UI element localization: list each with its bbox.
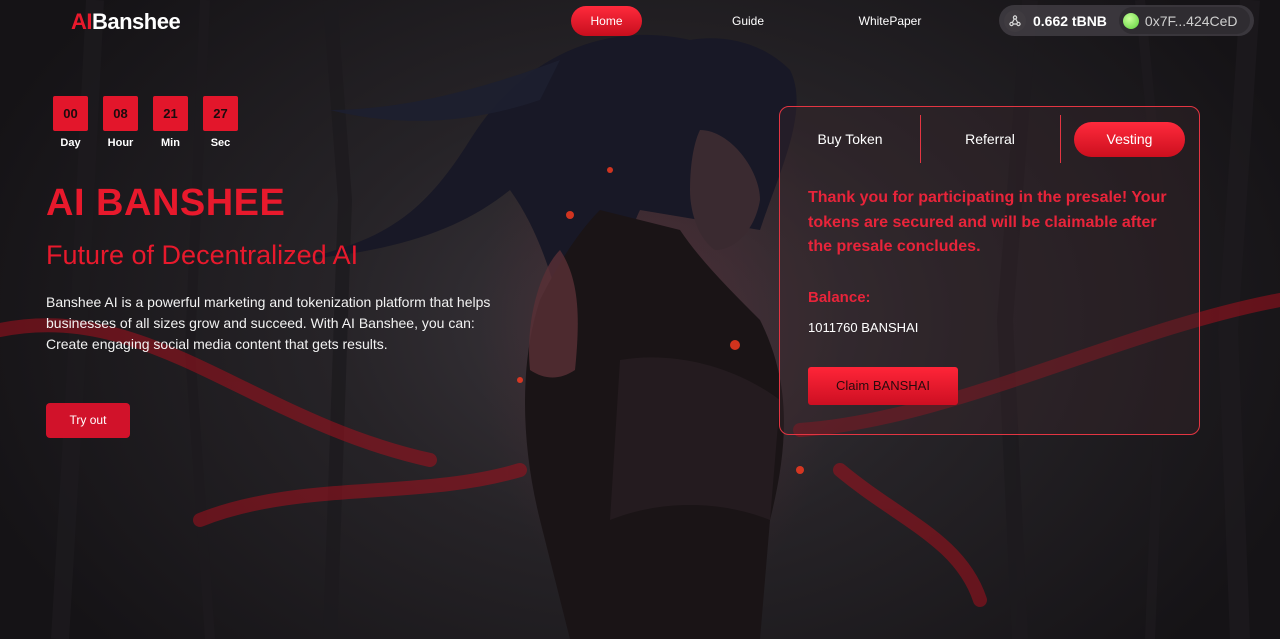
top-navbar: AIBanshee Home Guide WhitePaper 0.662 tB…	[0, 0, 1280, 42]
claim-button[interactable]: Claim BANSHAI	[808, 367, 958, 405]
countdown-hour-value: 08	[103, 96, 138, 131]
tab-vesting[interactable]: Vesting	[1074, 122, 1185, 157]
wallet-address: 0x7F...424CeD	[1144, 12, 1238, 29]
network-icon[interactable]	[1004, 9, 1026, 32]
panel-tabs: Buy Token Referral Vesting	[780, 107, 1199, 171]
presale-countdown: 00 Day 08 Hour 21 Min 27 Sec	[53, 96, 238, 149]
balance-label: Balance:	[808, 289, 871, 306]
countdown-day: 00 Day	[53, 96, 88, 149]
presale-panel: Buy Token Referral Vesting Thank you for…	[779, 106, 1200, 435]
brand-logo[interactable]: AIBanshee	[71, 9, 181, 35]
countdown-day-label: Day	[60, 137, 81, 149]
countdown-day-value: 00	[53, 96, 88, 131]
tab-referral[interactable]: Referral	[934, 122, 1046, 157]
hero-title: AI BANSHEE	[46, 182, 286, 224]
countdown-sec-label: Sec	[210, 137, 231, 149]
countdown-hour-label: Hour	[107, 137, 134, 149]
countdown-min-value: 21	[153, 96, 188, 131]
wallet-widget[interactable]: 0.662 tBNB 0x7F...424CeD	[999, 5, 1254, 36]
vesting-message: Thank you for participating in the presa…	[808, 189, 1167, 255]
logo-name-text: Banshee	[92, 9, 181, 34]
try-out-button[interactable]: Try out	[46, 403, 130, 438]
countdown-min-label: Min	[161, 137, 180, 149]
balance-value: 1011760 BANSHAI	[808, 320, 919, 335]
wallet-avatar-icon	[1122, 12, 1139, 29]
wallet-address-button[interactable]: 0x7F...424CeD	[1118, 7, 1250, 34]
wallet-balance: 0.662 tBNB	[1033, 12, 1107, 29]
countdown-min: 21 Min	[153, 96, 188, 149]
hero-subtitle: Future of Decentralized AI	[46, 240, 359, 270]
countdown-sec-value: 27	[203, 96, 238, 131]
tab-divider	[1060, 115, 1061, 163]
countdown-hour: 08 Hour	[103, 96, 138, 149]
hero-description: Banshee AI is a powerful marketing and t…	[46, 294, 491, 352]
logo-ai-text: AI	[71, 9, 93, 34]
tab-buy-token[interactable]: Buy Token	[794, 122, 906, 157]
nav-whitepaper-link[interactable]: WhitePaper	[852, 6, 928, 36]
tab-divider	[920, 115, 921, 163]
nav-guide-link[interactable]: Guide	[718, 6, 778, 36]
nav-home-link[interactable]: Home	[571, 6, 642, 36]
countdown-sec: 27 Sec	[203, 96, 238, 149]
